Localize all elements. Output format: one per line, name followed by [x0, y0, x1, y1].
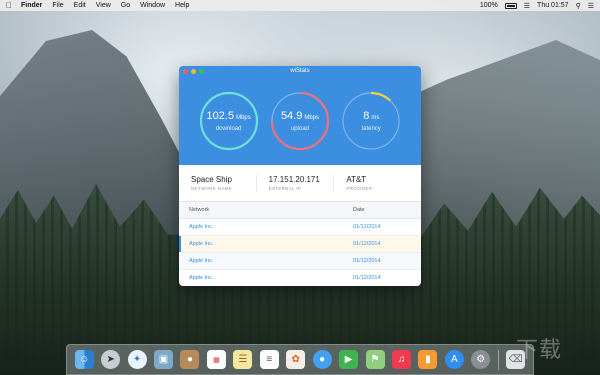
contacts-icon[interactable]: ● — [180, 350, 200, 369]
launchpad-icon[interactable]: ➤ — [101, 350, 121, 369]
download-unit: Mbps — [236, 115, 251, 121]
menu-edit[interactable]: Edit — [74, 2, 86, 9]
reminders-icon[interactable]: ≡ — [259, 350, 279, 369]
menu-window[interactable]: Window — [140, 2, 165, 9]
table-row-selected[interactable]: Apple Inc. 01/12/2014 — [179, 236, 421, 253]
upload-label: upload — [290, 126, 309, 132]
history-table-header: Network Date — [179, 202, 421, 219]
menu-extras: 100% ☰ Thu 01:57 ⚲ ☰ — [480, 2, 594, 10]
table-row[interactable]: Apple Inc. 01/12/2014 — [179, 219, 421, 236]
table-row[interactable]: Apple Inc. 01/12/2014 — [179, 270, 421, 286]
date-column-header[interactable]: Date — [353, 207, 411, 213]
upload-unit: Mbps — [304, 115, 320, 121]
maps-icon[interactable]: ⚑ — [365, 350, 385, 369]
books-icon[interactable]: ▮ — [418, 350, 438, 369]
menu-view[interactable]: View — [96, 2, 111, 9]
dock: ☺ ➤ ✦ ▣ ● ▦ ☰ ≡ ✿ ● ▶ ⚑ ♫ ▮ A ⚙ ⌫ — [66, 344, 534, 375]
menu-help[interactable]: Help — [175, 2, 189, 9]
photos-icon[interactable]: ✿ — [286, 350, 306, 369]
row-network: Apple Inc. — [189, 258, 214, 264]
provider-value: AT&T — [346, 175, 367, 184]
provider-key: PROVIDER — [346, 186, 373, 191]
network-column-header[interactable]: Network — [189, 207, 353, 213]
row-date: 01/12/2014 — [353, 258, 381, 264]
notes-icon[interactable]: ☰ — [233, 350, 253, 369]
network-name-key: NETWORK NAME — [191, 186, 232, 191]
latency-value: 8 ms — [339, 110, 403, 122]
download-gauge: 102.5 Mbps download — [197, 89, 261, 153]
row-date: 01/12/2014 — [353, 241, 381, 247]
upload-number: 54.9 — [280, 110, 303, 122]
facetime-icon[interactable]: ▶ — [339, 350, 359, 369]
menu-app-name[interactable]: Finder — [21, 2, 42, 9]
minimize-button[interactable] — [191, 69, 196, 74]
latency-number: 8 — [363, 110, 370, 122]
battery-icon[interactable] — [504, 2, 517, 9]
row-date: 01/12/2014 — [353, 224, 381, 230]
row-network: Apple Inc. — [189, 224, 214, 230]
apple-menu-icon[interactable]:  — [6, 1, 12, 10]
download-label: download — [215, 126, 242, 132]
latency-label: latency — [361, 126, 381, 132]
download-number: 102.5 — [206, 110, 235, 122]
menu-file[interactable]: File — [52, 2, 63, 9]
notification-center-icon[interactable]: ☰ — [588, 2, 594, 10]
wifi-icon[interactable]: ☰ — [524, 2, 530, 10]
external-ip-key: EXTERNAL IP — [268, 186, 302, 191]
calendar-icon[interactable]: ▦ — [206, 350, 226, 369]
zoom-button[interactable] — [199, 69, 204, 74]
music-icon[interactable]: ♫ — [391, 350, 411, 369]
network-name-info: Space Ship NETWORK NAME — [189, 175, 256, 191]
row-network: Apple Inc. — [189, 275, 214, 281]
row-date: 01/12/2014 — [353, 275, 381, 281]
window-titlebar[interactable]: wiStats — [179, 66, 421, 77]
spotlight-icon[interactable]: ⚲ — [576, 2, 581, 10]
latency-gauge: 8 ms latency — [339, 89, 403, 153]
menu-go[interactable]: Go — [121, 2, 130, 9]
upload-gauge: 54.9 Mbps upload — [268, 89, 332, 153]
wistats-window: wiStats 102.5 Mbps download 54.9 Mbps uplo… — [179, 66, 421, 286]
dock-separator — [497, 349, 499, 370]
battery-percentage: 100% — [479, 2, 498, 9]
messages-icon[interactable]: ● — [312, 350, 332, 369]
menu-bar:  Finder File Edit View Go Window Help 1… — [0, 0, 600, 11]
clock[interactable]: Thu 01:57 — [537, 2, 569, 9]
network-info-bar: Space Ship NETWORK NAME 17.151.20.171 EX… — [179, 165, 421, 202]
provider-info: AT&T PROVIDER — [333, 175, 411, 191]
close-button[interactable] — [183, 69, 188, 74]
finder-icon[interactable]: ☺ — [74, 350, 94, 369]
watermark: 下载 — [516, 338, 563, 363]
system-preferences-icon[interactable]: ⚙ — [471, 350, 491, 369]
latency-unit: ms — [371, 115, 380, 121]
upload-value: 54.9 Mbps — [268, 110, 332, 122]
external-ip-info: 17.151.20.171 EXTERNAL IP — [255, 175, 334, 191]
app-store-icon[interactable]: A — [444, 350, 464, 369]
window-controls — [183, 69, 204, 74]
window-title: wiStats — [290, 68, 310, 74]
safari-icon[interactable]: ✦ — [127, 350, 147, 369]
network-name-value: Space Ship — [191, 175, 232, 184]
external-ip-value: 17.151.20.171 — [268, 175, 320, 184]
table-row[interactable]: Apple Inc. 01/12/2014 — [179, 253, 421, 270]
preview-icon[interactable]: ▣ — [154, 350, 174, 369]
row-network: Apple Inc. — [189, 241, 214, 247]
gauges-panel: 102.5 Mbps download 54.9 Mbps upload 8 ms l… — [179, 77, 421, 165]
download-value: 102.5 Mbps — [197, 110, 261, 122]
